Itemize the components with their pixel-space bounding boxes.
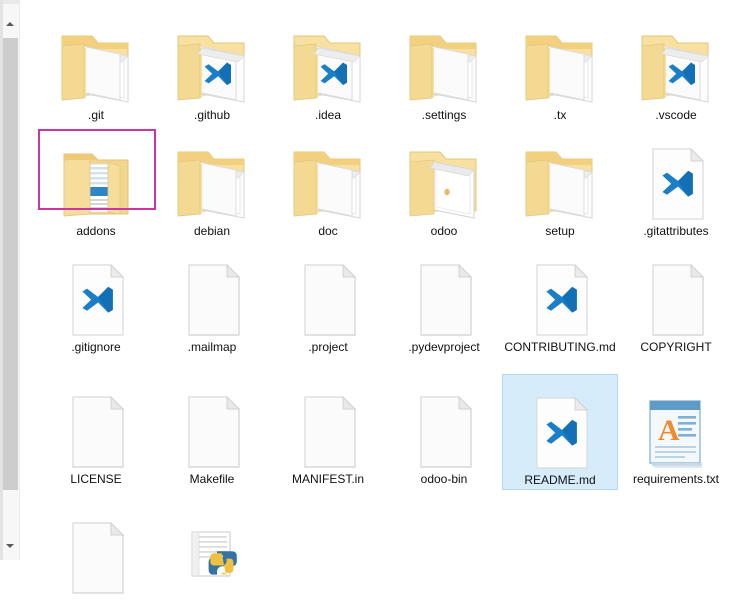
item-label [210,608,214,609]
file-item[interactable]: .mailmap [154,242,270,356]
file-item[interactable]: CONTRIBUTING.md [502,242,618,356]
file-item[interactable]: Makefile [154,374,270,488]
folder-vscode-icon[interactable] [154,10,270,106]
file-blank-icon[interactable] [38,500,154,596]
folder-item[interactable]: setup [502,126,618,240]
file-item[interactable]: README.md [502,374,618,490]
folder-vscode-icon[interactable] [618,10,734,106]
item-label: LICENSE [70,472,122,486]
item-label: .gitignore [71,340,121,354]
item-label: .gitattributes [643,224,709,238]
file-blank-icon[interactable] [38,374,154,470]
item-label: CONTRIBUTING.md [504,340,616,354]
folder-item[interactable]: .github [154,10,270,124]
vertical-scrollbar[interactable] [0,0,20,560]
file-item[interactable]: COPYRIGHT [618,242,734,356]
file-icon-grid: .git .github .idea .settings .tx .vscode addon… [21,0,738,560]
item-label: COPYRIGHT [640,340,712,354]
item-label: .git [87,108,104,122]
file-item[interactable] [154,500,270,614]
file-item[interactable]: .pydevproject [386,242,502,356]
item-label: .vscode [655,108,697,122]
folder-open-icon[interactable] [502,10,618,106]
item-label: debian [193,224,231,238]
scroll-down-arrow-icon [5,543,14,548]
file-blank-icon[interactable] [154,374,270,470]
file-item[interactable]: .gitignore [38,242,154,356]
file-blank-icon[interactable] [270,374,386,470]
item-label: .tx [553,108,567,122]
file-item[interactable]: odoo-bin [386,374,502,488]
file-python-icon[interactable] [154,500,270,596]
folder-vscode-icon[interactable] [270,10,386,106]
file-wordpad-icon[interactable] [618,374,734,470]
item-label: setup [545,224,575,238]
folder-open-icon[interactable] [386,10,502,106]
file-blank-icon[interactable] [618,242,734,338]
file-item[interactable]: .project [270,242,386,356]
item-label: .pydevproject [408,340,480,354]
file-item[interactable] [38,500,154,614]
item-label: requirements.txt [632,472,720,486]
scroll-up-arrow-icon [5,21,14,26]
file-blank-icon[interactable] [386,242,502,338]
item-label: Makefile [189,472,235,486]
folder-item[interactable]: doc [270,126,386,240]
item-label [94,608,98,609]
folder-item[interactable]: .vscode [618,10,734,124]
file-vscode-icon[interactable] [38,242,154,338]
item-label: odoo-bin [420,472,468,486]
item-label: doc [318,224,338,238]
item-label: .settings [421,108,467,122]
item-label: .github [193,108,231,122]
item-label: README.md [524,473,596,487]
file-item[interactable]: .gitattributes [618,126,734,240]
file-vscode-icon[interactable] [502,242,618,338]
folder-open-icon[interactable] [270,126,386,222]
folder-item[interactable]: debian [154,126,270,240]
file-item[interactable]: LICENSE [38,374,154,488]
item-label: .mailmap [187,340,237,354]
folder-item[interactable]: .settings [386,10,502,124]
scrollbar-left-edge [0,0,3,560]
folder-item[interactable]: .tx [502,10,618,124]
file-vscode-icon[interactable] [618,126,734,222]
item-label: addons [76,224,116,238]
file-item[interactable]: requirements.txt [618,374,734,488]
file-item[interactable]: MANIFEST.in [270,374,386,488]
file-blank-icon[interactable] [270,242,386,338]
file-blank-icon[interactable] [154,242,270,338]
folder-item[interactable]: .git [38,10,154,124]
folder-files-icon[interactable] [38,126,156,222]
folder-item[interactable]: addons [38,126,156,240]
scrollbar-thumb[interactable] [1,38,18,490]
folder-open-icon[interactable] [38,10,154,106]
item-label: .idea [314,108,342,122]
file-blank-icon[interactable] [386,374,502,470]
folder-open-icon[interactable] [154,126,270,222]
item-label: .project [308,340,348,354]
file-vscode-icon[interactable] [503,375,617,471]
folder-open-alt-icon[interactable] [386,126,502,222]
folder-item[interactable]: .idea [270,10,386,124]
item-label: MANIFEST.in [291,472,364,486]
folder-item[interactable]: odoo [386,126,502,240]
scrollbar-top-cap [0,0,20,4]
item-label: odoo [430,224,458,238]
folder-open-icon[interactable] [502,126,618,222]
